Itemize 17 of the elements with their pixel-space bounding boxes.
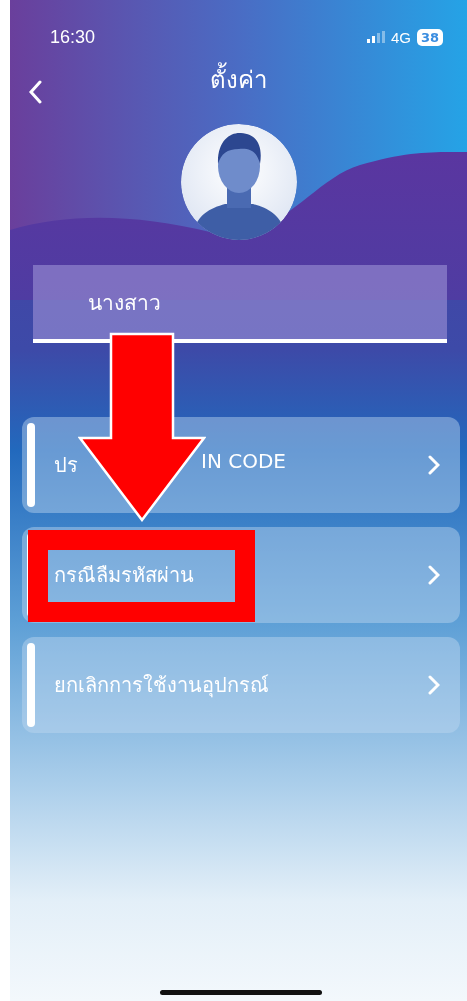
menu-label: IN CODE [201,449,286,475]
menu-label: ยกเลิกการใช้งานอุปกรณ์ [54,672,269,700]
menu-item[interactable]: ยกเลิกการใช้งานอุปกรณ์ [22,637,460,733]
menu-label: ปร [54,452,78,479]
page-title: ตั้งค่า [210,62,267,98]
signal-icon [366,31,385,43]
chevron-right-icon [428,565,440,585]
network-label: 4G [390,28,411,46]
menu-label: กรณีลืมรหัสผ่าน [54,562,194,589]
back-button[interactable] [26,78,44,106]
back-icon [28,80,42,104]
status-time: 16:30 [50,26,96,48]
chevron-right-icon [428,675,440,695]
chevron-right-icon [428,455,440,475]
avatar-icon [180,124,297,240]
menu-item[interactable]: กรณีลืมรหัสผ่าน [22,527,460,623]
name-field[interactable]: นางสาว [33,265,447,343]
